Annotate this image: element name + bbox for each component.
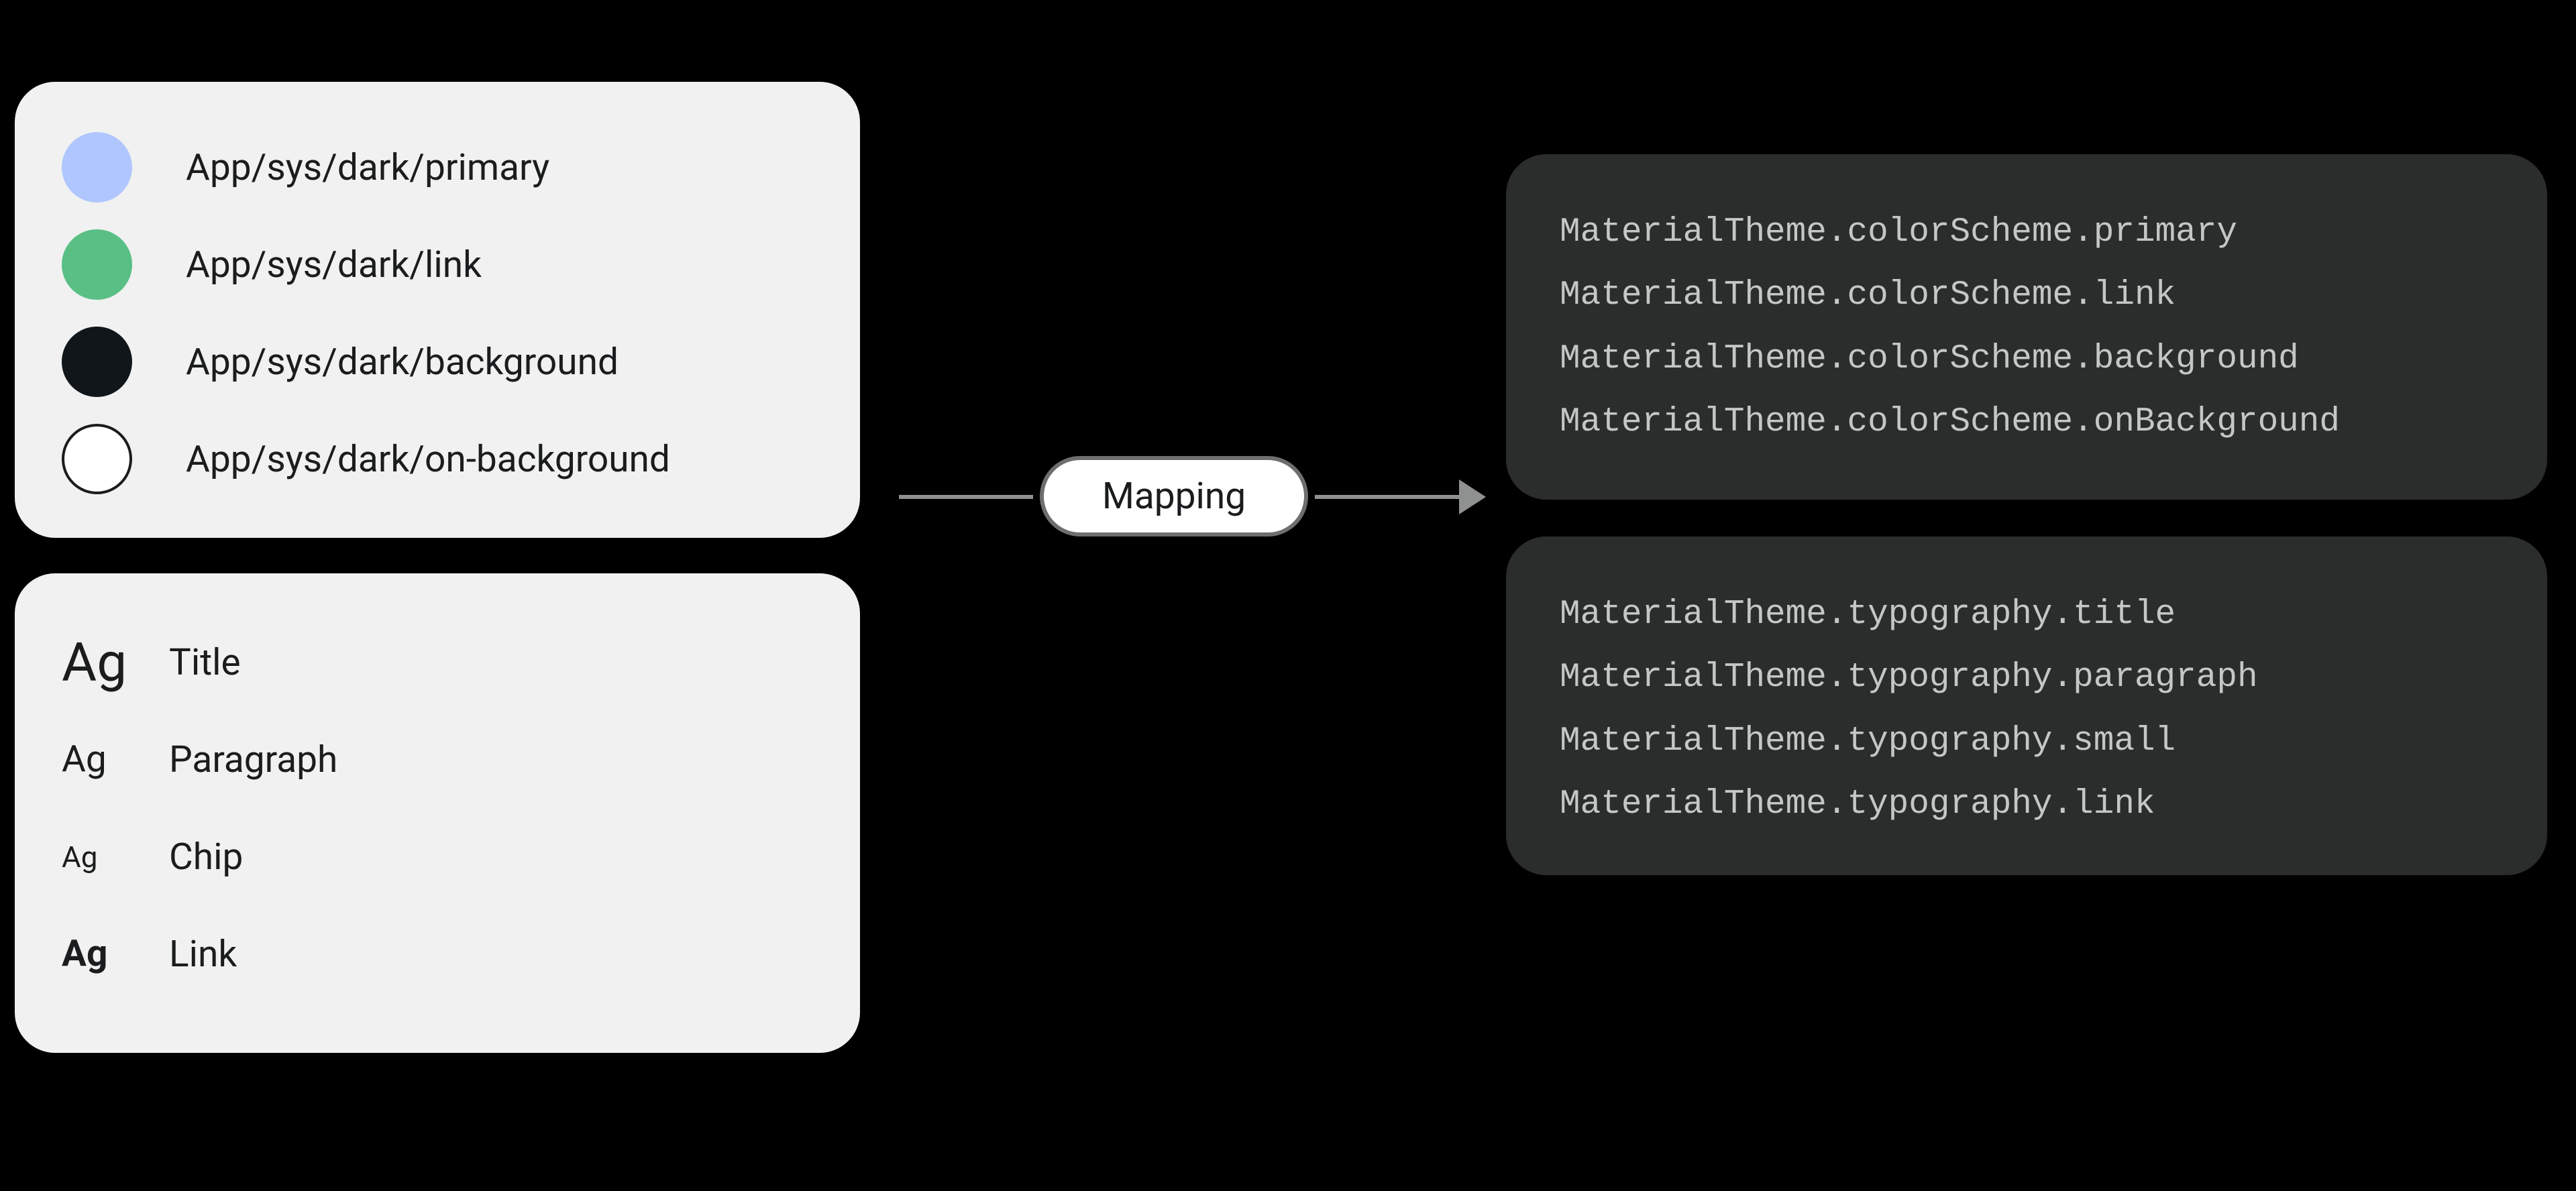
typo-sample-paragraph: Ag (62, 741, 149, 778)
arrow-head-icon (1459, 479, 1486, 514)
arrow-line-icon (899, 495, 1033, 499)
color-swatch-primary (62, 132, 132, 203)
arrow-line-icon (1315, 495, 1462, 499)
typo-token-row: Ag Link (62, 905, 813, 1003)
code-card-typography: MaterialTheme.typography.title MaterialT… (1506, 536, 2547, 875)
code-line: MaterialTheme.typography.paragraph (1560, 646, 2493, 710)
color-token-label: App/sys/dark/on-background (186, 438, 670, 481)
color-token-label: App/sys/dark/primary (186, 146, 549, 189)
mapping-pill: Mapping (1040, 456, 1308, 536)
code-line: MaterialTheme.colorScheme.onBackground (1560, 391, 2493, 454)
color-swatch-link (62, 229, 132, 300)
code-card-color-scheme: MaterialTheme.colorScheme.primary Materi… (1506, 154, 2547, 500)
code-line: MaterialTheme.colorScheme.background (1560, 328, 2493, 391)
typo-token-row: Ag Title (62, 614, 813, 711)
color-token-row: App/sys/dark/on-background (62, 410, 813, 508)
typo-sample-chip: Ag (62, 842, 149, 872)
code-line: MaterialTheme.colorScheme.primary (1560, 201, 2493, 264)
color-token-row: App/sys/dark/background (62, 313, 813, 410)
code-line: MaterialTheme.typography.small (1560, 710, 2493, 773)
typo-token-label: Chip (169, 836, 243, 878)
code-line: MaterialTheme.typography.link (1560, 773, 2493, 836)
color-token-row: App/sys/dark/primary (62, 119, 813, 216)
mapping-arrow: Mapping (899, 449, 1483, 543)
typo-sample-link: Ag (62, 935, 149, 972)
color-swatch-background (62, 327, 132, 397)
design-tokens-typography-card: Ag Title Ag Paragraph Ag Chip Ag Link (15, 573, 860, 1053)
code-line: MaterialTheme.colorScheme.link (1560, 264, 2493, 327)
typo-token-label: Paragraph (169, 738, 337, 781)
typo-sample-title: Ag (62, 636, 149, 689)
color-swatch-onbackground (62, 424, 132, 494)
typo-token-label: Title (169, 641, 241, 684)
color-token-label: App/sys/dark/background (186, 341, 619, 384)
color-token-label: App/sys/dark/link (186, 243, 482, 286)
typo-token-row: Ag Chip (62, 808, 813, 905)
typo-token-row: Ag Paragraph (62, 711, 813, 808)
design-tokens-colors-card: App/sys/dark/primary App/sys/dark/link A… (15, 82, 860, 538)
color-token-row: App/sys/dark/link (62, 216, 813, 313)
typo-token-label: Link (169, 933, 237, 976)
code-line: MaterialTheme.typography.title (1560, 583, 2493, 646)
